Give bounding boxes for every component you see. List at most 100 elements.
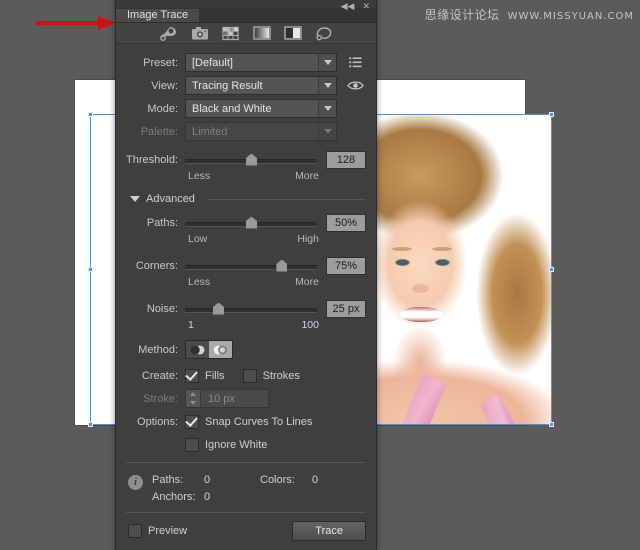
create-row: Create: Fills Strokes bbox=[116, 364, 376, 387]
nose bbox=[412, 284, 429, 293]
palette-row: Palette: Limited bbox=[116, 120, 376, 143]
preset-chevron-down-icon[interactable] bbox=[318, 54, 336, 71]
preset-value: [Default] bbox=[186, 57, 318, 69]
view-row: View: Tracing Result bbox=[116, 74, 376, 97]
noise-track bbox=[185, 308, 317, 313]
info-row-paths: Paths: 0 Colors: 0 bbox=[152, 471, 368, 488]
paths-value-field[interactable]: 50% bbox=[326, 214, 366, 232]
preset-icon-bar bbox=[116, 23, 376, 44]
advanced-label: Advanced bbox=[146, 193, 195, 205]
palette-chevron-down-icon bbox=[318, 123, 336, 140]
mode-label: Mode: bbox=[116, 103, 185, 115]
advanced-rule bbox=[207, 199, 366, 200]
corners-row: Corners: 75% bbox=[116, 255, 376, 276]
pink-strap-left bbox=[399, 373, 446, 425]
threshold-min-label: Less bbox=[188, 170, 210, 186]
view-select[interactable]: Tracing Result bbox=[185, 76, 337, 95]
red-pointer-arrow bbox=[36, 16, 116, 30]
stroke-label: Stroke: bbox=[116, 393, 185, 405]
corners-slider[interactable] bbox=[185, 259, 317, 273]
threshold-scale: Less More bbox=[116, 170, 376, 186]
noise-min-label: 1 bbox=[188, 319, 194, 335]
trace-info-grid: Paths: 0 Colors: 0 Anchors: 0 bbox=[152, 471, 368, 505]
stroke-stepper-arrows bbox=[186, 390, 201, 407]
info-anchors-value: 0 bbox=[204, 491, 260, 503]
panel-tabstrip: Image Trace bbox=[116, 9, 376, 23]
threshold-slider[interactable] bbox=[185, 153, 317, 167]
preset-label: Preset: bbox=[116, 57, 185, 69]
ignore-white-row: Ignore White bbox=[116, 433, 376, 456]
paths-knob[interactable] bbox=[246, 217, 257, 229]
high-color-icon[interactable] bbox=[190, 25, 209, 42]
info-colors-value: 0 bbox=[312, 474, 368, 486]
preview-label[interactable]: Preview bbox=[148, 525, 187, 537]
paths-row: Paths: 50% bbox=[116, 212, 376, 233]
snap-curves-label[interactable]: Snap Curves To Lines bbox=[205, 416, 312, 428]
auto-color-icon[interactable] bbox=[159, 25, 178, 42]
info-icon[interactable]: i bbox=[128, 475, 143, 490]
watermark-url: WWW.MISSYUAN.COM bbox=[508, 11, 634, 22]
pink-strap-right bbox=[479, 393, 519, 425]
noise-value-field[interactable]: 25 px bbox=[326, 300, 366, 318]
view-chevron-down-icon[interactable] bbox=[318, 77, 336, 94]
paths-min-label: Low bbox=[188, 233, 207, 249]
info-anchors-label: Anchors: bbox=[152, 491, 204, 503]
black-and-white-icon[interactable] bbox=[283, 25, 302, 42]
threshold-knob[interactable] bbox=[246, 154, 257, 166]
trace-button[interactable]: Trace bbox=[292, 521, 366, 541]
collapse-double-left-icon[interactable]: ◀◀ bbox=[341, 1, 355, 11]
outline-icon[interactable] bbox=[314, 25, 333, 42]
paths-slider[interactable] bbox=[185, 216, 317, 230]
noise-row: Noise: 25 px bbox=[116, 298, 376, 319]
noise-max-label: 100 bbox=[301, 319, 319, 335]
ignore-white-label[interactable]: Ignore White bbox=[205, 439, 267, 451]
create-fills-checkbox[interactable] bbox=[185, 369, 199, 383]
panel-body: Preset: [Default] View: Tracing Result bbox=[116, 44, 376, 550]
tab-image-trace[interactable]: Image Trace bbox=[116, 9, 200, 22]
corners-knob[interactable] bbox=[276, 260, 287, 272]
create-label: Create: bbox=[116, 370, 185, 382]
method-overlapping-icon[interactable] bbox=[209, 341, 232, 358]
grayscale-icon[interactable] bbox=[252, 25, 271, 42]
corners-value-field[interactable]: 75% bbox=[326, 257, 366, 275]
method-button-group bbox=[185, 340, 233, 359]
eye-left bbox=[395, 259, 410, 266]
corners-track bbox=[185, 265, 317, 270]
method-abutting-icon[interactable] bbox=[186, 341, 209, 358]
image-trace-panel: ◀◀ ✕ Image Trace bbox=[115, 0, 377, 550]
ignore-white-checkbox[interactable] bbox=[185, 438, 199, 452]
options-label: Options: bbox=[116, 416, 185, 428]
eye-right bbox=[435, 259, 450, 266]
noise-label: Noise: bbox=[116, 303, 185, 315]
mode-chevron-down-icon[interactable] bbox=[318, 100, 336, 117]
palette-label: Palette: bbox=[116, 126, 185, 138]
chevron-down-icon[interactable] bbox=[130, 196, 140, 202]
method-label: Method: bbox=[116, 344, 185, 356]
create-strokes-checkbox[interactable] bbox=[243, 369, 257, 383]
create-strokes-label[interactable]: Strokes bbox=[263, 370, 300, 382]
advanced-disclosure-row[interactable]: Advanced bbox=[116, 189, 376, 209]
corners-max-label: More bbox=[295, 276, 319, 292]
mouth bbox=[400, 307, 442, 322]
threshold-value-field[interactable]: 128 bbox=[326, 151, 366, 169]
preset-select[interactable]: [Default] bbox=[185, 53, 337, 72]
info-paths-value: 0 bbox=[204, 474, 260, 486]
method-row: Method: bbox=[116, 338, 376, 361]
eye-icon[interactable] bbox=[344, 80, 366, 91]
watermark-chinese: 思缘设计论坛 bbox=[425, 8, 500, 22]
trace-info-block: i Paths: 0 Colors: 0 Anchors: 0 bbox=[116, 463, 376, 505]
stroke-row: Stroke: 10 px bbox=[116, 387, 376, 410]
noise-knob[interactable] bbox=[213, 303, 224, 315]
noise-scale: 1 100 bbox=[116, 319, 376, 335]
mode-select[interactable]: Black and White bbox=[185, 99, 337, 118]
low-color-icon[interactable] bbox=[221, 25, 240, 42]
info-paths-label: Paths: bbox=[152, 474, 204, 486]
preview-checkbox[interactable] bbox=[128, 524, 142, 538]
stroke-value: 10 px bbox=[201, 390, 268, 407]
close-icon[interactable]: ✕ bbox=[362, 1, 370, 11]
create-fills-label[interactable]: Fills bbox=[205, 370, 225, 382]
noise-slider[interactable] bbox=[185, 302, 317, 316]
snap-curves-checkbox[interactable] bbox=[185, 415, 199, 429]
panel-menu-icon[interactable] bbox=[344, 57, 366, 68]
watermark: 思缘设计论坛 WWW.MISSYUAN.COM bbox=[425, 6, 634, 23]
